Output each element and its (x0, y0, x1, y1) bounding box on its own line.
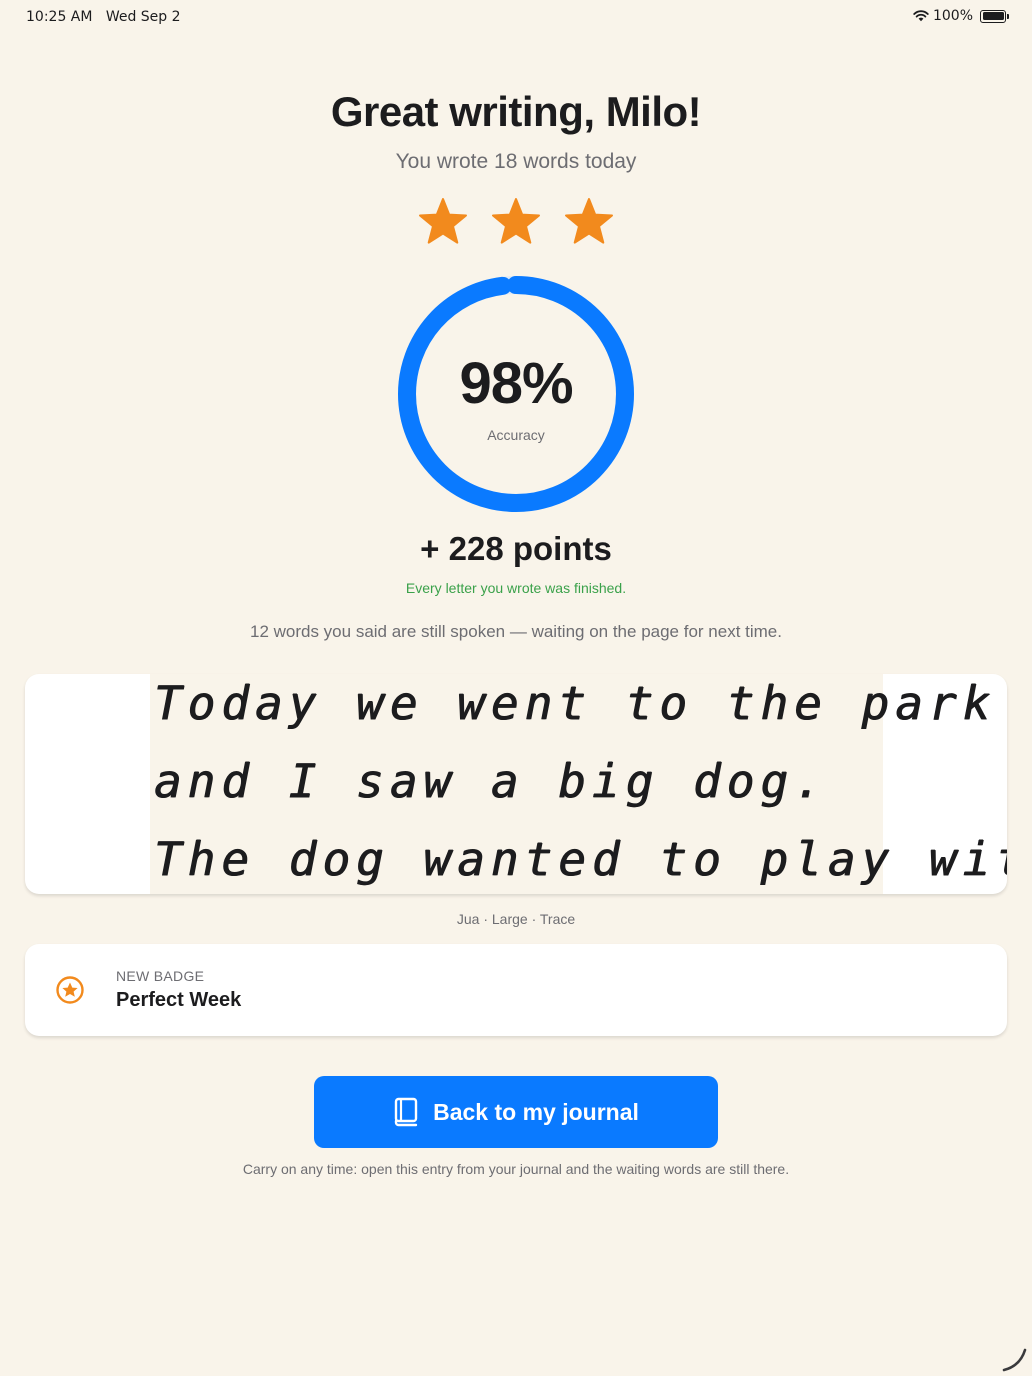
star-icon (565, 198, 613, 244)
new-badge-card[interactable]: NEW BADGE Perfect Week (25, 944, 1007, 1036)
page-title: Great writing, Milo! (330, 88, 702, 135)
words-count-subtitle: You wrote 18 words today (395, 150, 637, 173)
writing-preview-card: Today we went to the park and I saw a bi… (25, 674, 1007, 894)
resize-handle-icon[interactable] (1002, 1346, 1028, 1372)
footer-note: Carry on any time: open this entry from … (242, 1161, 790, 1177)
star-icon (419, 198, 467, 244)
battery-icon (980, 9, 1009, 23)
accuracy-ring: 98% Accuracy (396, 274, 636, 514)
book-icon (394, 1097, 418, 1127)
star-rating (0, 196, 1032, 248)
back-to-journal-button[interactable]: Back to my journal (314, 1076, 718, 1148)
handwriting-line: The dog wanted to play with (154, 832, 1007, 886)
badge-name: Perfect Week (116, 989, 242, 1011)
status-time-date: 10:25 AM Wed Sep 2 (26, 9, 181, 25)
waiting-note: 12 words you said are still spoken — wai… (249, 622, 782, 641)
accuracy-label: Accuracy (487, 427, 545, 443)
handwriting-line: and I saw a big dog. (154, 754, 828, 808)
battery-percent: 100% (932, 8, 973, 24)
writing-settings-caption: Jua · Large · Trace (456, 911, 576, 927)
status-date: Wed Sep 2 (105, 9, 181, 25)
status-time: 10:25 AM (26, 9, 93, 25)
points-earned: + 228 points (420, 530, 612, 567)
star-badge-icon (56, 976, 84, 1004)
status-bar: 10:25 AM Wed Sep 2 100% (0, 0, 1032, 34)
star-icon (492, 198, 540, 244)
handwriting-line: Today we went to the park (154, 676, 997, 730)
badge-kicker: NEW BADGE (116, 968, 205, 984)
finished-note: Every letter you wrote was finished. (405, 580, 627, 596)
status-right: 100% (913, 8, 1009, 24)
wifi-icon (913, 10, 929, 22)
handwriting-canvas: Today we went to the park and I saw a bi… (150, 674, 1007, 894)
back-to-journal-label: Back to my journal (433, 1098, 639, 1125)
accuracy-value: 98% (459, 351, 573, 416)
